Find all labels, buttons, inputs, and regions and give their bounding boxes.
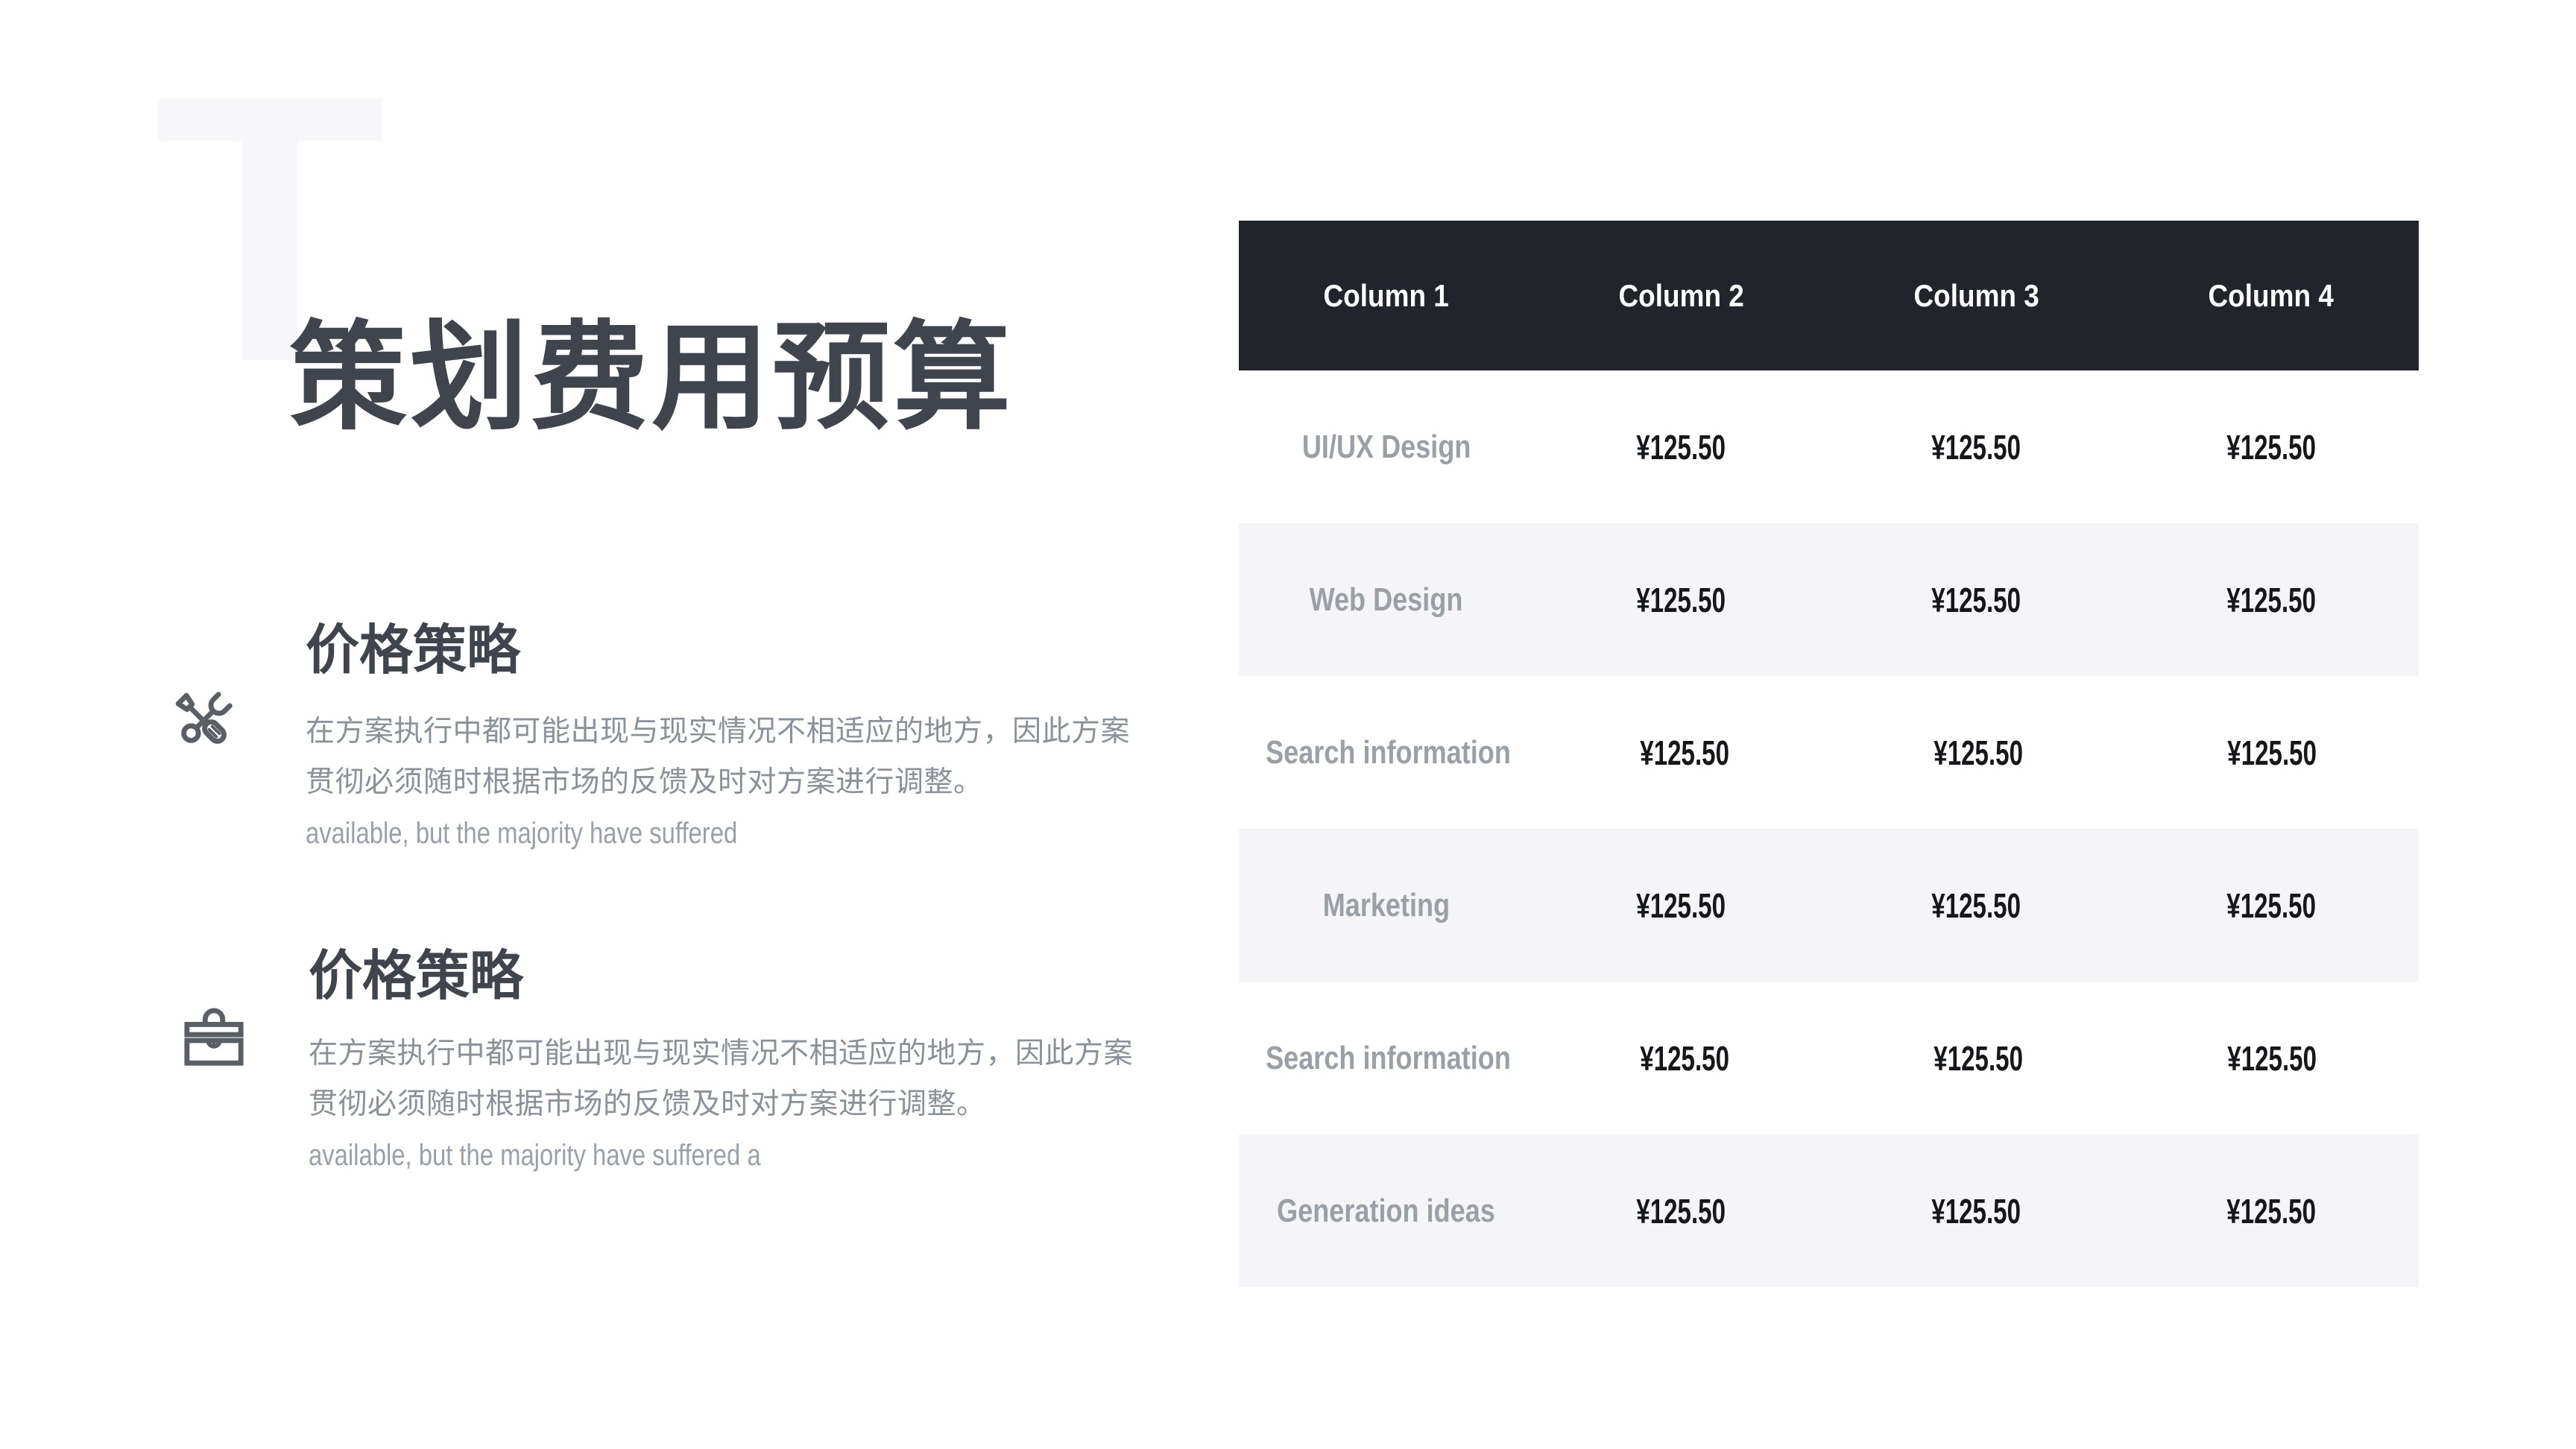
row-label-cell: Generation ideas: [1277, 1192, 1496, 1229]
row-value-cell: ¥125.50: [2227, 1038, 2317, 1078]
body-text-line: 在方案执行中都可能出现与现实情况不相适应的地方，因此方案: [309, 1038, 1134, 1070]
row-value-cell: ¥125.50: [1636, 1191, 1726, 1231]
body-text-line: available, but the majority have suffere…: [309, 1139, 761, 1172]
row-value-cell: ¥125.50: [1636, 580, 1726, 619]
table-header-cell: Column 2: [1618, 277, 1744, 313]
table-row: Marketing ¥125.50 ¥125.50 ¥125.50: [1239, 829, 2419, 982]
row-label-cell: Search information: [1266, 733, 1511, 771]
row-value-cell: ¥125.50: [1931, 427, 2021, 467]
row-value-cell: ¥125.50: [1640, 733, 1729, 772]
feature-2-heading: 价格策略: [309, 947, 524, 1006]
table-row: UI/UX Design ¥125.50 ¥125.50 ¥125.50: [1239, 370, 2419, 523]
body-text-line: 在方案执行中都可能出现与现实情况不相适应的地方，因此方案: [306, 716, 1131, 748]
body-text-line: available, but the majority have suffere…: [306, 817, 738, 850]
table-header-row: Column 1 Column 2 Column 3 Column 4: [1239, 221, 2419, 370]
row-value-cell: ¥125.50: [2226, 427, 2316, 467]
row-label-cell: UI/UX Design: [1301, 428, 1471, 465]
slide-canvas: T 策划费用预算 价格策略 在方案执行中都可能出现与现实情况不相适应的地方，因此…: [0, 0, 2576, 1449]
body-text-line: 贯彻必须随时根据市场的反馈及时对方案进行调整。: [306, 766, 983, 798]
row-value-cell: ¥125.50: [2226, 886, 2316, 925]
row-value-cell: ¥125.50: [2226, 580, 2316, 619]
tools-icon: [168, 687, 239, 754]
briefcase-icon: [182, 1008, 246, 1069]
table-row: Search information ¥125.50 ¥125.50 ¥125.…: [1239, 676, 2419, 829]
table-row: Web Design ¥125.50 ¥125.50 ¥125.50: [1239, 523, 2419, 676]
row-value-cell: ¥125.50: [2226, 1191, 2316, 1231]
row-label-cell: Search information: [1266, 1039, 1511, 1076]
feature-1-heading: 价格策略: [306, 621, 521, 681]
body-text-line: 贯彻必须随时根据市场的反馈及时对方案进行调整。: [309, 1088, 986, 1120]
row-value-cell: ¥125.50: [1931, 1191, 2021, 1231]
table-header-cell: Column 1: [1323, 277, 1450, 313]
table-header-cell: Column 3: [1913, 277, 2039, 313]
row-value-cell: ¥125.50: [1933, 1038, 2023, 1078]
row-label-cell: Web Design: [1309, 581, 1463, 618]
row-value-cell: ¥125.50: [1933, 733, 2023, 772]
table-row: Search information ¥125.50 ¥125.50 ¥125.…: [1239, 982, 2419, 1134]
row-value-cell: ¥125.50: [1636, 886, 1726, 925]
budget-table: Column 1 Column 2 Column 3 Column 4 UI/U…: [1239, 221, 2419, 1287]
table-header-cell: Column 4: [2208, 277, 2334, 313]
table-row: Generation ideas ¥125.50 ¥125.50 ¥125.50: [1239, 1134, 2419, 1287]
row-value-cell: ¥125.50: [1640, 1038, 1729, 1078]
page-title: 策划费用预算: [289, 312, 1014, 443]
feature-2-body: 在方案执行中都可能出现与现实情况不相适应的地方，因此方案 贯彻必须随时根据市场的…: [309, 1029, 1133, 1181]
feature-1-body: 在方案执行中都可能出现与现实情况不相适应的地方，因此方案 贯彻必须随时根据市场的…: [306, 707, 1130, 859]
row-value-cell: ¥125.50: [1931, 580, 2021, 619]
row-value-cell: ¥125.50: [1931, 886, 2021, 925]
row-label-cell: Marketing: [1322, 886, 1450, 924]
row-value-cell: ¥125.50: [1636, 427, 1726, 467]
row-value-cell: ¥125.50: [2227, 733, 2317, 772]
